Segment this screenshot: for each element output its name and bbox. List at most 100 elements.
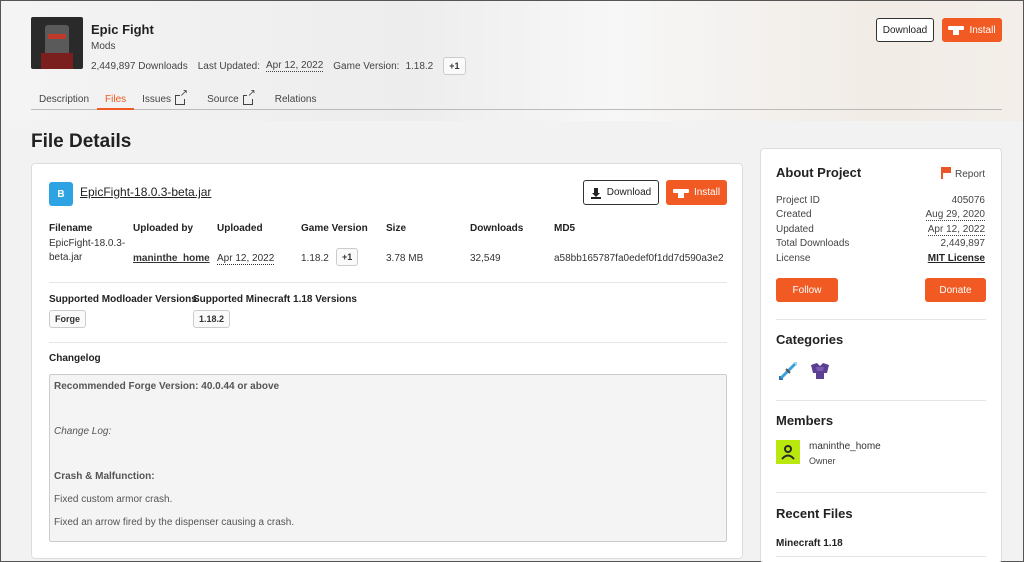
uploaded-date-text: Apr 12, 2022 <box>217 253 275 265</box>
user-icon <box>781 445 795 460</box>
tab-files-label: Files <box>105 94 127 105</box>
project-id-label: Project ID <box>776 195 820 206</box>
header-download-label: Download <box>882 24 928 36</box>
game-version-cell: 1.18.2 <box>301 253 329 264</box>
divider <box>49 282 727 283</box>
tab-issues[interactable]: Issues <box>134 89 193 110</box>
download-icon <box>590 187 601 199</box>
report-link[interactable]: Report <box>940 167 985 180</box>
total-downloads-label: Total Downloads <box>776 238 850 249</box>
downloads-value: 32,549 <box>470 253 501 264</box>
created-label: Created <box>776 209 812 220</box>
game-version-label: Game Version: <box>333 60 400 72</box>
tab-relations[interactable]: Relations <box>267 94 325 110</box>
project-title: Epic Fight <box>91 22 154 37</box>
follow-button[interactable]: Follow <box>776 278 838 302</box>
updated-label: Updated <box>776 224 814 235</box>
external-link-icon <box>242 89 256 105</box>
about-project-card: About Project Report Project ID 405076 C… <box>760 148 1002 562</box>
page-title: File Details <box>31 131 132 152</box>
curseforge-icon <box>948 25 965 35</box>
project-logo <box>31 17 83 69</box>
col-uploaded: Uploaded <box>217 223 263 234</box>
tab-source[interactable]: Source <box>199 89 261 110</box>
changelog-line: Fixed custom armor crash. <box>54 494 173 505</box>
recent-files-group: Minecraft 1.18 <box>776 538 843 549</box>
col-uploaded-by: Uploaded by <box>133 223 194 234</box>
file-install-label: Install <box>693 187 721 198</box>
changelog-line: Crash & Malfunction: <box>54 471 155 482</box>
filename-value-line2: beta.jar <box>49 252 83 263</box>
tab-issues-label: Issues <box>142 94 172 105</box>
project-category: Mods <box>91 41 116 52</box>
divider <box>776 319 986 320</box>
project-info: Epic Fight Mods 2,449,897 Downloads Last… <box>91 17 466 75</box>
header-install-label: Install <box>969 24 996 36</box>
changelog-box[interactable]: Recommended Forge Version: 40.0.44 or ab… <box>49 374 727 542</box>
donate-label: Donate <box>939 284 972 296</box>
changelog-line: Change Log: <box>54 426 112 437</box>
download-count: 2,449,897 Downloads <box>91 60 188 72</box>
file-details-card: B EpicFight-18.0.3-beta.jar Download Ins… <box>31 163 743 559</box>
col-filename: Filename <box>49 223 93 234</box>
size-value: 3.78 MB <box>386 253 424 264</box>
changelog-line: Recommended Forge Version: 40.0.44 or ab… <box>54 381 280 392</box>
armor-category-icon[interactable] <box>808 359 832 383</box>
changelog-label: Changelog <box>49 353 101 364</box>
weapons-category-icon[interactable] <box>776 359 800 383</box>
follow-label: Follow <box>792 284 822 296</box>
file-name-link[interactable]: EpicFight-18.0.3-beta.jar <box>80 185 211 199</box>
mc-version-tag: 1.18.2 <box>193 310 231 328</box>
release-type-badge: B <box>49 182 73 206</box>
col-game-version: Game Version <box>301 223 368 234</box>
col-md5: MD5 <box>554 223 576 234</box>
categories-title: Categories <box>776 332 844 347</box>
updated-value: Apr 12, 2022 <box>927 224 985 236</box>
member-role: Owner <box>809 456 836 466</box>
member-name[interactable]: maninthe_home <box>809 441 881 452</box>
modloader-tag: Forge <box>49 310 87 328</box>
avatar[interactable] <box>776 440 800 464</box>
header-download-button[interactable]: Download <box>876 18 934 42</box>
tab-description[interactable]: Description <box>31 94 97 110</box>
tab-relations-label: Relations <box>274 94 317 105</box>
project-id-value: 405076 <box>951 195 985 206</box>
filename-value-line1: EpicFight-18.0.3- <box>49 238 126 249</box>
total-downloads-value: 2,449,897 <box>940 238 986 249</box>
divider <box>776 556 986 557</box>
donate-button[interactable]: Donate <box>925 278 986 302</box>
uploader-link[interactable]: maninthe_home <box>133 253 210 264</box>
created-value: Aug 29, 2020 <box>925 209 985 221</box>
divider <box>776 492 986 493</box>
flag-icon <box>940 167 951 179</box>
project-tabs: Description Files Issues Source Relation… <box>31 89 1002 110</box>
game-version-more-badge[interactable]: +1 <box>336 248 359 266</box>
mc-versions-label: Supported Minecraft 1.18 Versions <box>193 294 357 305</box>
license-label: License <box>776 253 811 264</box>
uploaded-date: Apr 12, 2022 <box>217 253 275 265</box>
game-version-value: 1.18.2 <box>405 60 434 72</box>
recent-files-title: Recent Files <box>776 506 853 521</box>
external-link-icon <box>175 89 189 105</box>
license-link[interactable]: MIT License <box>928 253 985 264</box>
project-meta: 2,449,897 Downloads Last Updated: Apr 12… <box>91 57 466 75</box>
more-versions-badge[interactable]: +1 <box>443 57 466 75</box>
project-header: Epic Fight Mods 2,449,897 Downloads Last… <box>31 17 466 75</box>
header-install-button[interactable]: Install <box>942 18 1002 42</box>
col-size: Size <box>386 223 407 234</box>
last-updated-label: Last Updated: <box>197 60 261 72</box>
divider <box>49 342 727 343</box>
file-download-label: Download <box>606 187 652 198</box>
divider <box>776 400 986 401</box>
tab-files[interactable]: Files <box>97 94 135 110</box>
members-title: Members <box>776 413 834 428</box>
file-download-button[interactable]: Download <box>583 180 659 205</box>
tab-source-label: Source <box>207 94 239 105</box>
modloader-label: Supported Modloader Versions <box>49 294 197 305</box>
report-label: Report <box>954 169 985 180</box>
about-title: About Project <box>776 165 862 180</box>
file-install-button[interactable]: Install <box>666 180 727 205</box>
curseforge-icon <box>672 188 689 198</box>
changelog-line: Fixed an arrow fired by the dispenser ca… <box>54 517 295 528</box>
md5-value: a58bb165787fa0edef0f1dd7d590a3e2 <box>554 253 724 264</box>
